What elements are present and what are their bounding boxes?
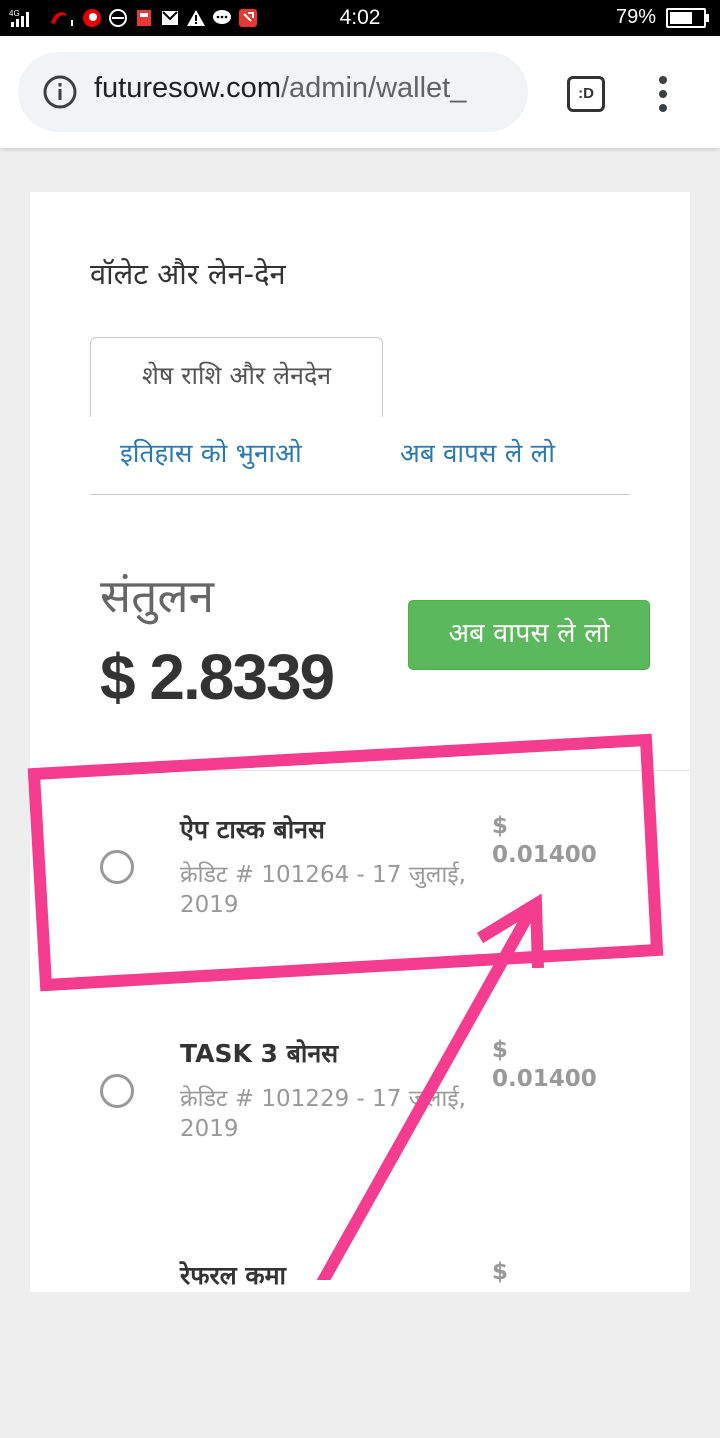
list-item[interactable]: ऐप टास्क बोनस क्रेडिट # 101264 - 17 जुला…	[30, 792, 690, 992]
tab-balance-transactions[interactable]: शेष राशि और लेनदेन	[90, 337, 383, 417]
balance-value: $ 2.8339	[100, 641, 335, 713]
balance-label: संतुलन	[100, 569, 215, 623]
transaction-amount: $ 0.01400	[492, 1036, 602, 1094]
browser-toolbar: futuresow.com/admin/wallet_ :D	[0, 36, 720, 148]
transaction-title: ऐप टास्क बोनस	[180, 815, 325, 844]
status-bar: 4G 4:02 79%	[0, 0, 720, 36]
transaction-detail: क्रेडिट # 101229 - 17 जुलाई, 2019	[180, 1086, 466, 1142]
withdraw-button[interactable]: अब वापस ले लो	[408, 600, 650, 670]
list-divider	[30, 770, 690, 771]
list-item[interactable]: TASK 3 बोनस क्रेडिट # 101229 - 17 जुलाई,…	[30, 1016, 690, 1216]
transaction-detail: क्रेडिट # 101264 - 17 जुलाई, 2019	[180, 862, 466, 918]
currency-symbol: $	[492, 1037, 509, 1063]
transaction-title: TASK 3 बोनस	[180, 1039, 339, 1068]
transaction-amount: $	[492, 1258, 602, 1287]
currency-symbol: $	[492, 1259, 509, 1285]
list-item[interactable]: रेफरल कमा $	[30, 1238, 690, 1438]
tab-divider	[90, 494, 630, 495]
page-title: वॉलेट और लेन-देन	[90, 257, 286, 291]
radio-button[interactable]	[100, 850, 134, 884]
radio-button[interactable]	[100, 1074, 134, 1108]
clock: 4:02	[339, 6, 381, 29]
tab-switcher-button[interactable]: :D	[567, 76, 605, 112]
amount-value: 0.01400	[492, 1066, 597, 1092]
url-text[interactable]: futuresow.com/admin/wallet_	[94, 72, 524, 112]
address-bar[interactable]: futuresow.com/admin/wallet_	[18, 52, 528, 132]
wallet-card: वॉलेट और लेन-देन शेष राशि और लेनदेन इतिह…	[30, 192, 690, 1292]
tab-withdraw[interactable]: अब वापस ले लो	[400, 434, 555, 470]
info-icon[interactable]	[42, 74, 78, 110]
battery-icon	[666, 7, 709, 28]
battery-status: 79%	[615, 6, 709, 29]
currency-symbol: $	[492, 813, 509, 839]
more-menu-icon[interactable]	[655, 74, 671, 114]
transaction-title: रेफरल कमा	[180, 1261, 287, 1290]
url-domain: futuresow.com	[94, 72, 281, 104]
battery-percent: 79%	[615, 6, 656, 28]
url-path: /admin/wallet_	[280, 72, 467, 104]
amount-value: 0.01400	[492, 842, 597, 868]
transaction-amount: $ 0.01400	[492, 812, 602, 870]
tab-redeem-history[interactable]: इतिहास को भुनाओ	[120, 434, 302, 470]
